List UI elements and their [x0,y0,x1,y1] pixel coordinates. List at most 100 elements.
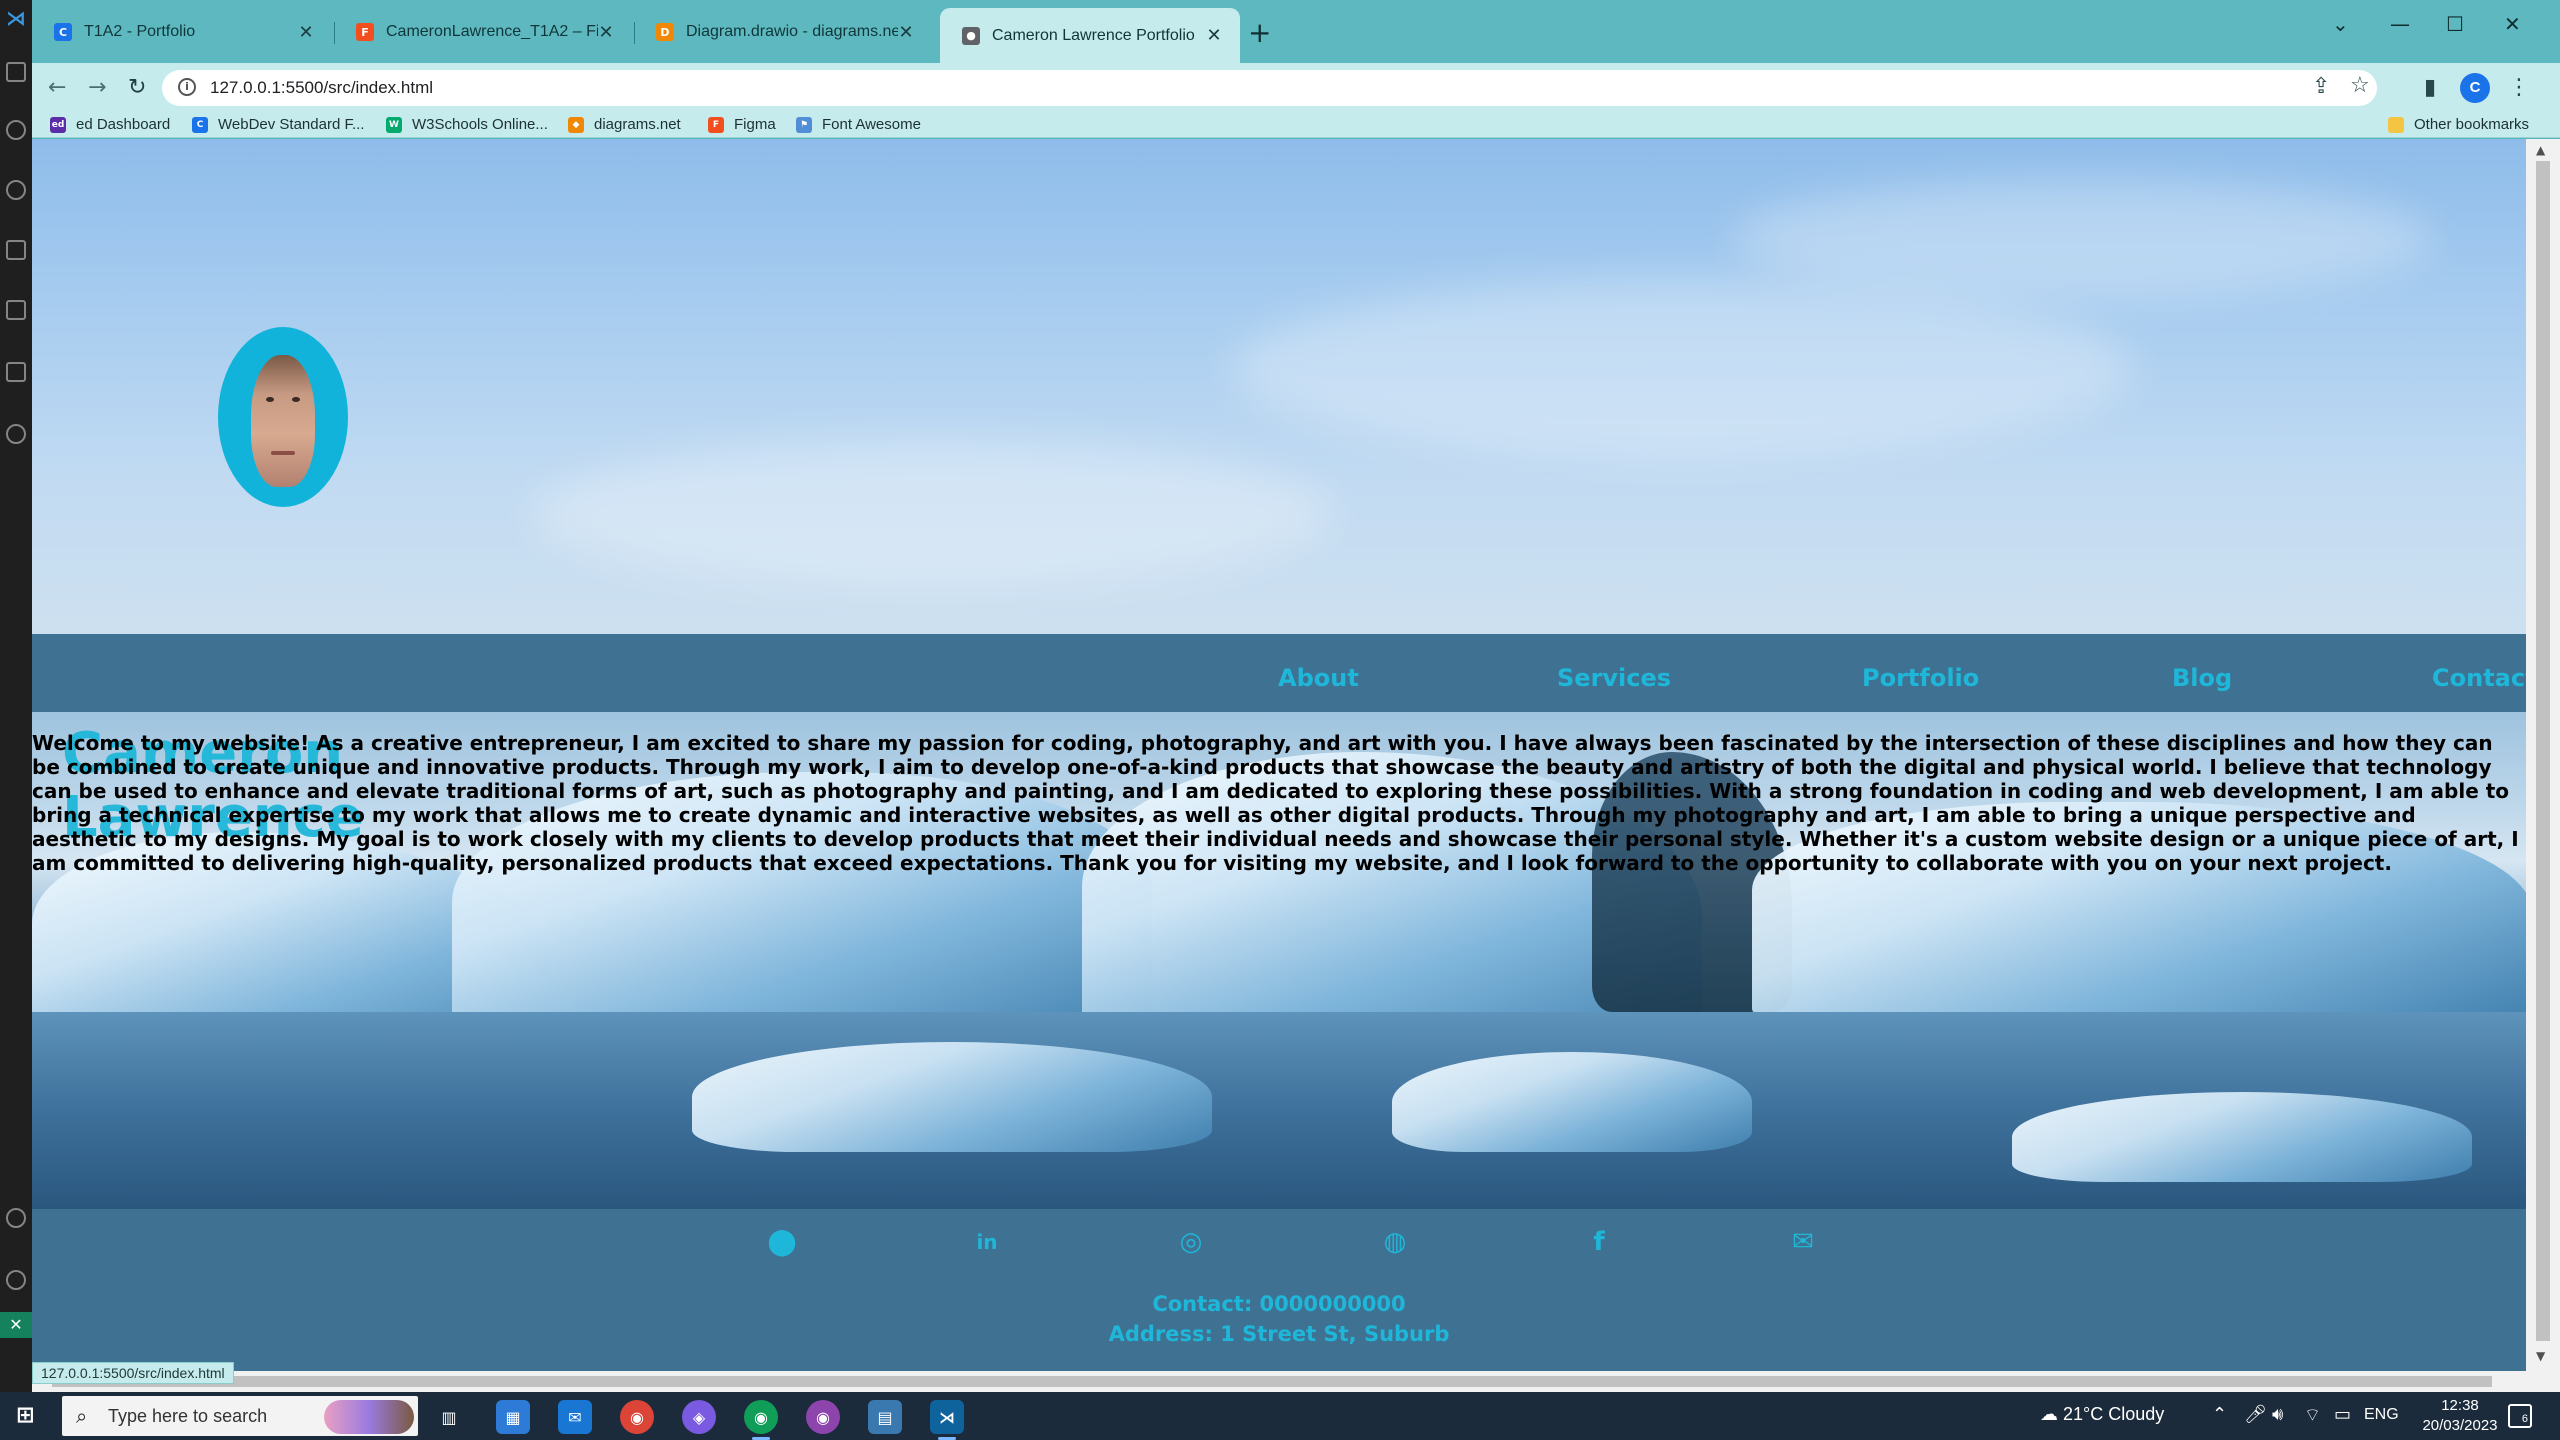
chrome-menu-icon[interactable]: ⋮ [2508,75,2530,100]
search-highlight-image [324,1400,414,1434]
system-clock[interactable]: 12:38 20/03/2023 [2420,1396,2500,1436]
reload-button[interactable]: ↻ [128,75,146,100]
scrollbar-thumb[interactable] [2536,161,2550,1341]
account-icon[interactable] [6,1208,26,1228]
mouth [271,451,295,455]
clock-date: 20/03/2023 [2422,1417,2498,1434]
chrome-icon[interactable]: ◉ [620,1400,654,1434]
tab-search-dropdown-icon[interactable]: ⌄ [2332,12,2349,36]
folder-icon [2388,116,2404,133]
chrome-profile-icon[interactable]: ◉ [744,1400,778,1440]
vscode-icon[interactable]: ⋊ [930,1400,964,1440]
cloud-icon: ☁ [2040,1404,2064,1424]
tab-close-icon[interactable]: ✕ [1206,25,1222,46]
run-debug-icon[interactable] [6,240,26,260]
github-icon[interactable]: ⬤ [767,1227,797,1257]
side-panel-icon[interactable]: ▮ [2424,75,2436,100]
task-view-icon[interactable]: ▥ [432,1400,466,1434]
scrollbar-thumb[interactable] [52,1376,2492,1387]
contact-info: Contact: 0000000000 Address: 1 Street St… [32,1289,2526,1349]
browser-window: C T1A2 - Portfolio ✕ F CameronLawrence_T… [32,0,2560,1392]
search-icon[interactable] [6,120,26,140]
tab-t1a2-portfolio[interactable]: C T1A2 - Portfolio ✕ [32,12,332,52]
bookmark-diagrams[interactable]: ◆ diagrams.net [568,116,681,133]
microsoft-store-icon[interactable]: ▦ [496,1400,530,1434]
profile-photo [218,327,348,507]
bookmark-ed-dashboard[interactable]: ed ed Dashboard [50,116,170,133]
ice-floe [692,1042,1212,1152]
bookmark-figma[interactable]: F Figma [708,116,776,133]
search-icon: ⌕ [76,1404,88,1428]
bookmark-w3schools[interactable]: W W3Schools Online... [386,116,548,133]
chrome-profile-2-icon[interactable]: ◉ [806,1400,840,1434]
profile-avatar[interactable]: C [2460,73,2490,103]
email-icon[interactable]: ✉ [1788,1227,1818,1257]
battery-icon[interactable]: ▭ [2334,1404,2351,1425]
bookmarks-bar: ed ed Dashboard C WebDev Standard F... W W3… [32,113,2560,138]
weather-widget[interactable]: ☁ 21°C Cloudy [2040,1404,2164,1425]
nav-contact[interactable]: Contact [2432,664,2526,692]
bookmark-label: diagrams.net [594,116,681,133]
nav-blog[interactable]: Blog [2172,664,2232,692]
share-icon[interactable]: ⇪ [2312,74,2330,99]
windows-start-icon[interactable]: ⊞ [16,1404,40,1428]
vertical-scrollbar[interactable]: ▲ ▼ [2526,139,2560,1371]
tab-close-icon[interactable]: ✕ [898,22,914,43]
remote-indicator-icon[interactable]: ✕ [0,1312,32,1338]
taskbar-search-box[interactable]: ⌕ Type here to search [62,1396,418,1436]
minimize-button[interactable]: — [2390,12,2410,36]
nav-portfolio[interactable]: Portfolio [1862,664,1979,692]
facebook-icon[interactable]: f [1584,1227,1614,1257]
bookmark-star-icon[interactable]: ☆ [2350,73,2370,98]
messenger-icon[interactable]: ◍ [1380,1227,1410,1257]
maximize-button[interactable]: ☐ [2446,12,2464,36]
tab-cameron-portfolio[interactable]: ● Cameron Lawrence Portfolio ✕ [940,8,1240,63]
other-bookmarks[interactable]: Other bookmarks [2388,116,2529,133]
scroll-down-arrow-icon[interactable]: ▼ [2536,1349,2545,1363]
volume-icon[interactable]: 🔊︎ [2272,1404,2283,1425]
show-hidden-icons[interactable]: ⌃ [2212,1404,2227,1425]
vscode-logo-icon[interactable]: ⋊ [6,8,26,28]
bookmark-label: Font Awesome [822,116,921,133]
linkedin-icon[interactable]: in [972,1227,1002,1257]
nav-about[interactable]: About [1278,664,1359,692]
back-button[interactable]: ← [48,75,66,100]
bookmark-webdev-standard[interactable]: C WebDev Standard F... [192,116,364,133]
network-icon[interactable]: ⌔ [2304,1404,2321,1427]
close-window-button[interactable]: ✕ [2504,12,2521,36]
mail-icon[interactable]: ✉ [558,1400,592,1434]
address-bar-url[interactable]: 127.0.0.1:5500/src/index.html [210,78,433,98]
tab-figma[interactable]: F CameronLawrence_T1A2 – Figma ✕ [334,12,632,52]
face [251,355,315,487]
hero-sky-banner [32,139,2526,634]
bookmark-font-awesome[interactable]: ⚑ Font Awesome [796,116,921,133]
app-icon[interactable]: ◈ [682,1400,716,1434]
address-bar[interactable]: i 127.0.0.1:5500/src/index.html ⇪ ☆ [162,70,2377,106]
extensions-icon[interactable] [6,300,26,320]
weather-text: 21°C Cloudy [2063,1404,2165,1424]
notification-center-icon[interactable]: 6 [2508,1404,2532,1428]
notepad-icon[interactable]: ▤ [868,1400,902,1434]
source-control-icon[interactable] [6,180,26,200]
remote-explorer-icon[interactable] [6,362,26,382]
microphone-icon[interactable]: 🎤︎ [2244,1404,2267,1425]
cloud [1732,179,2432,299]
horizontal-scrollbar[interactable] [32,1371,2560,1392]
live-share-icon[interactable] [6,424,26,444]
forward-button[interactable]: → [88,75,106,100]
tab-diagrams[interactable]: D Diagram.drawio - diagrams.net ✕ [634,12,932,52]
tab-close-icon[interactable]: ✕ [298,22,314,43]
tab-close-icon[interactable]: ✕ [598,22,614,43]
input-language[interactable]: ENG [2364,1406,2399,1424]
ice-floe [2012,1092,2472,1182]
tab-favicon-icon: F [356,23,374,41]
instagram-icon[interactable]: ◎ [1176,1227,1206,1257]
bookmark-favicon-icon: W [386,116,402,133]
site-info-icon[interactable]: i [178,78,196,96]
new-tab-button[interactable]: + [1248,16,1271,49]
nav-services[interactable]: Services [1557,664,1671,692]
explorer-icon[interactable] [6,62,26,82]
settings-gear-icon[interactable] [6,1270,26,1290]
scroll-up-arrow-icon[interactable]: ▲ [2536,143,2545,157]
clock-time: 12:38 [2441,1397,2479,1414]
